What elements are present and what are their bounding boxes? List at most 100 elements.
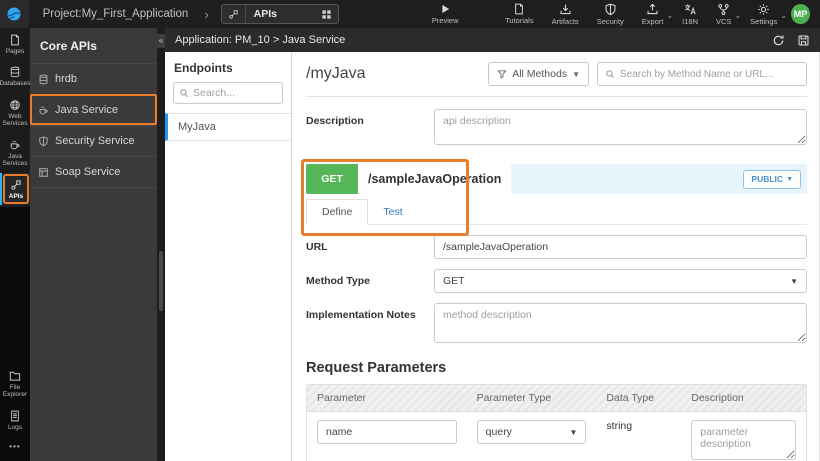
endpoints-search-input[interactable] — [193, 87, 277, 99]
preview-button[interactable]: Preview — [432, 3, 459, 25]
description-input[interactable] — [434, 109, 807, 145]
page-icon — [9, 34, 21, 46]
left-nav-strip: Pages Databases Web Services Java Servic… — [0, 28, 31, 461]
save-icon[interactable] — [797, 34, 810, 47]
soap-icon — [38, 167, 49, 178]
tab-define[interactable]: Define — [306, 199, 369, 225]
sidebar-item-web-services[interactable]: Web Services — [0, 93, 30, 133]
caret-down-icon: ▼ — [572, 69, 580, 79]
methods-filter-dropdown[interactable]: All Methods ▼ — [488, 62, 589, 86]
wavemaker-logo-icon[interactable] — [0, 0, 29, 28]
service-item-hrdb[interactable]: hrdb — [30, 63, 157, 94]
method-type-label: Method Type — [306, 275, 370, 287]
user-avatar[interactable]: MP — [790, 4, 811, 24]
service-item-soap-service[interactable]: Soap Service — [30, 156, 157, 188]
chevron-down-icon: ⌄ — [734, 10, 742, 20]
column-header: Parameter — [317, 392, 367, 404]
caret-down-icon: ▼ — [790, 276, 798, 286]
apis-tab-label: APIs — [253, 8, 278, 20]
settings-button[interactable]: Settings — [750, 3, 777, 26]
http-verb-badge[interactable]: GET — [306, 164, 358, 194]
coffee-icon — [38, 105, 49, 116]
database-icon — [9, 66, 21, 78]
grid-icon[interactable] — [315, 9, 338, 20]
filter-icon — [497, 69, 507, 79]
coffee-icon — [9, 139, 21, 151]
folder-icon — [9, 370, 21, 382]
method-search-input[interactable] — [620, 68, 799, 80]
panel-divider: « — [157, 28, 165, 461]
parameter-type-select[interactable]: query ▼ — [476, 420, 587, 444]
column-header: Parameter Type — [476, 392, 552, 404]
sidebar-item-file-explorer[interactable]: File Explorer — [0, 364, 30, 404]
document-icon — [513, 3, 525, 15]
method-type-select[interactable]: GET ▼ — [434, 269, 807, 293]
caret-down-icon: ▼ — [569, 427, 578, 437]
endpoints-search[interactable] — [173, 82, 283, 104]
search-icon — [605, 69, 615, 79]
core-apis-panel: Core APIs hrdb Java Service Security Ser… — [30, 28, 157, 461]
apis-workspace-tab[interactable]: APIs — [220, 4, 339, 24]
data-type-value: string — [606, 420, 633, 432]
description-label: Description — [306, 115, 364, 127]
api-title: /myJava — [306, 65, 366, 82]
vcs-button[interactable]: VCS — [716, 3, 731, 26]
service-item-java-service[interactable]: Java Service — [30, 94, 157, 125]
column-header: Data Type — [606, 392, 655, 404]
method-section: GET /sampleJavaOperation PUBLIC ▼ Define… — [301, 159, 807, 236]
api-node-icon — [10, 179, 22, 191]
translate-icon — [684, 3, 697, 16]
search-icon — [179, 88, 189, 98]
shield-icon — [38, 136, 49, 147]
method-search[interactable] — [597, 62, 807, 86]
url-label: URL — [306, 241, 328, 253]
sidebar-item-pages[interactable]: Pages — [0, 28, 30, 60]
shield-icon — [604, 3, 617, 16]
panel-title: Core APIs — [40, 39, 97, 53]
project-name[interactable]: Project:My_First_Application — [43, 8, 189, 20]
chevron-right-icon: › — [204, 6, 209, 22]
table-row: query ▼ string — [307, 412, 806, 461]
sidebar-item-databases[interactable]: Databases — [0, 60, 31, 92]
sidebar-item-logs[interactable]: Logs — [0, 404, 30, 436]
visibility-dropdown[interactable]: PUBLIC ▼ — [743, 169, 801, 189]
sidebar-item-java-services[interactable]: Java Services — [0, 133, 30, 173]
url-input[interactable] — [434, 235, 807, 259]
i18n-button[interactable]: I18N — [682, 3, 698, 26]
request-parameters-table: Parameter Parameter Type Data Type Descr… — [306, 384, 807, 461]
tab-test[interactable]: Test — [368, 200, 417, 224]
method-tabs: Define Test — [306, 199, 807, 225]
parameter-description-input[interactable] — [691, 420, 796, 460]
export-button[interactable]: Export — [642, 3, 663, 26]
tutorials-button[interactable]: Tutorials — [505, 3, 534, 25]
app-window: Project:My_First_Application › APIs Prev… — [0, 0, 820, 461]
refresh-icon[interactable] — [772, 34, 785, 47]
endpoint-item-myjava[interactable]: MyJava — [165, 113, 291, 141]
api-detail-panel: /myJava All Methods ▼ Search by Method N… — [292, 52, 820, 461]
more-options-button[interactable]: ••• — [0, 436, 30, 457]
chevron-down-icon: ⌄ — [780, 10, 787, 20]
implementation-notes-input[interactable] — [434, 303, 807, 343]
sidebar-item-apis[interactable]: APIs — [0, 172, 30, 206]
method-header-bar[interactable]: GET /sampleJavaOperation PUBLIC ▼ — [306, 164, 807, 194]
endpoints-panel: Endpoints MyJava — [165, 52, 292, 461]
service-item-security-service[interactable]: Security Service — [30, 125, 157, 156]
endpoints-title: Endpoints — [174, 61, 233, 75]
artifacts-button[interactable]: Artifacts — [552, 3, 579, 26]
security-button[interactable]: Security — [597, 3, 624, 26]
method-path: /sampleJavaOperation — [358, 164, 512, 194]
database-icon — [38, 74, 49, 85]
collapse-panel-button[interactable]: « — [157, 34, 165, 48]
api-node-icon — [222, 5, 246, 23]
scrollbar-thumb[interactable] — [159, 251, 163, 311]
gear-icon — [757, 3, 770, 16]
top-bar: Project:My_First_Application › APIs Prev… — [0, 0, 820, 28]
branch-icon — [717, 3, 730, 16]
download-icon — [559, 3, 572, 16]
column-header: Description — [691, 392, 744, 404]
chevron-down-icon: ⌄ — [666, 10, 674, 20]
breadcrumb: Application: PM_10 > Java Service — [175, 34, 346, 46]
caret-down-icon: ▼ — [786, 175, 793, 183]
parameter-name-input[interactable] — [317, 420, 457, 444]
upload-icon — [646, 3, 659, 16]
